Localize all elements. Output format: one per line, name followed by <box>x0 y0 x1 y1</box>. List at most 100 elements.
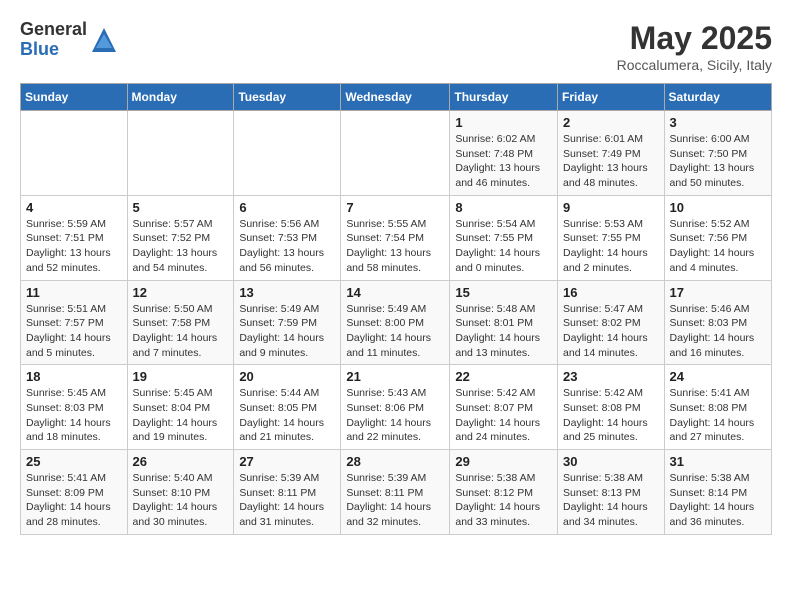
day-number: 5 <box>133 200 229 215</box>
calendar-cell: 2 Sunrise: 6:01 AMSunset: 7:49 PMDaylight… <box>558 111 665 196</box>
day-info: Sunrise: 5:51 AMSunset: 7:57 PMDaylight:… <box>26 302 122 361</box>
calendar-cell <box>234 111 341 196</box>
calendar-cell: 17 Sunrise: 5:46 AMSunset: 8:03 PMDayligh… <box>664 280 771 365</box>
day-number: 23 <box>563 369 659 384</box>
day-info: Sunrise: 5:49 AMSunset: 7:59 PMDaylight:… <box>239 302 335 361</box>
day-number: 3 <box>670 115 766 130</box>
calendar-cell: 24 Sunrise: 5:41 AMSunset: 8:08 PMDayligh… <box>664 365 771 450</box>
day-number: 6 <box>239 200 335 215</box>
day-info: Sunrise: 6:00 AMSunset: 7:50 PMDaylight:… <box>670 132 766 191</box>
calendar-cell: 22 Sunrise: 5:42 AMSunset: 8:07 PMDayligh… <box>450 365 558 450</box>
calendar-cell: 5 Sunrise: 5:57 AMSunset: 7:52 PMDaylight… <box>127 195 234 280</box>
calendar-cell: 4Sunrise: 5:59 AMSunset: 7:51 PMDaylight… <box>21 195 128 280</box>
day-info: Sunrise: 5:42 AMSunset: 8:08 PMDaylight:… <box>563 386 659 445</box>
day-number: 10 <box>670 200 766 215</box>
calendar-cell: 15Sunrise: 5:48 AMSunset: 8:01 PMDayligh… <box>450 280 558 365</box>
day-info: Sunrise: 5:56 AMSunset: 7:53 PMDaylight:… <box>239 217 335 276</box>
day-number: 2 <box>563 115 659 130</box>
calendar-cell: 1Sunrise: 6:02 AMSunset: 7:48 PMDaylight… <box>450 111 558 196</box>
calendar-cell: 25Sunrise: 5:41 AMSunset: 8:09 PMDayligh… <box>21 450 128 535</box>
week-row-4: 18 Sunrise: 5:45 AMSunset: 8:03 PMDayligh… <box>21 365 772 450</box>
week-row-3: 11Sunrise: 5:51 AMSunset: 7:57 PMDayligh… <box>21 280 772 365</box>
day-info: Sunrise: 5:45 AMSunset: 8:04 PMDaylight:… <box>133 386 229 445</box>
day-header-tuesday: Tuesday <box>234 84 341 111</box>
week-row-1: 1Sunrise: 6:02 AMSunset: 7:48 PMDaylight… <box>21 111 772 196</box>
day-number: 25 <box>26 454 122 469</box>
day-info: Sunrise: 5:57 AMSunset: 7:52 PMDaylight:… <box>133 217 229 276</box>
calendar-cell: 14 Sunrise: 5:49 AMSunset: 8:00 PMDayligh… <box>341 280 450 365</box>
day-header-friday: Friday <box>558 84 665 111</box>
day-number: 31 <box>670 454 766 469</box>
calendar-cell <box>127 111 234 196</box>
day-number: 16 <box>563 285 659 300</box>
day-number: 12 <box>133 285 229 300</box>
calendar-cell: 9Sunrise: 5:53 AMSunset: 7:55 PMDaylight… <box>558 195 665 280</box>
day-info: Sunrise: 5:53 AMSunset: 7:55 PMDaylight:… <box>563 217 659 276</box>
day-header-wednesday: Wednesday <box>341 84 450 111</box>
calendar-cell: 13 Sunrise: 5:49 AMSunset: 7:59 PMDayligh… <box>234 280 341 365</box>
month-title: May 2025 <box>617 20 772 57</box>
day-info: Sunrise: 5:47 AMSunset: 8:02 PMDaylight:… <box>563 302 659 361</box>
day-number: 24 <box>670 369 766 384</box>
calendar-cell: 10 Sunrise: 5:52 AMSunset: 7:56 PMDayligh… <box>664 195 771 280</box>
logo-blue: Blue <box>20 40 87 60</box>
day-info: Sunrise: 5:50 AMSunset: 7:58 PMDaylight:… <box>133 302 229 361</box>
day-info: Sunrise: 5:41 AMSunset: 8:08 PMDaylight:… <box>670 386 766 445</box>
day-info: Sunrise: 5:38 AMSunset: 8:12 PMDaylight:… <box>455 471 552 530</box>
calendar-cell: 7 Sunrise: 5:55 AMSunset: 7:54 PMDaylight… <box>341 195 450 280</box>
week-row-5: 25Sunrise: 5:41 AMSunset: 8:09 PMDayligh… <box>21 450 772 535</box>
day-number: 20 <box>239 369 335 384</box>
day-info: Sunrise: 5:40 AMSunset: 8:10 PMDaylight:… <box>133 471 229 530</box>
calendar-cell <box>21 111 128 196</box>
day-info: Sunrise: 5:46 AMSunset: 8:03 PMDaylight:… <box>670 302 766 361</box>
day-info: Sunrise: 5:43 AMSunset: 8:06 PMDaylight:… <box>346 386 444 445</box>
day-number: 8 <box>455 200 552 215</box>
day-number: 27 <box>239 454 335 469</box>
calendar-cell: 6 Sunrise: 5:56 AMSunset: 7:53 PMDaylight… <box>234 195 341 280</box>
logo: General Blue <box>20 20 118 60</box>
calendar-cell: 27 Sunrise: 5:39 AMSunset: 8:11 PMDayligh… <box>234 450 341 535</box>
calendar-cell <box>341 111 450 196</box>
day-info: Sunrise: 5:44 AMSunset: 8:05 PMDaylight:… <box>239 386 335 445</box>
day-info: Sunrise: 5:38 AMSunset: 8:13 PMDaylight:… <box>563 471 659 530</box>
day-number: 18 <box>26 369 122 384</box>
day-number: 13 <box>239 285 335 300</box>
logo-icon <box>90 26 118 54</box>
calendar-cell: 18 Sunrise: 5:45 AMSunset: 8:03 PMDayligh… <box>21 365 128 450</box>
day-number: 17 <box>670 285 766 300</box>
calendar-cell: 30Sunrise: 5:38 AMSunset: 8:13 PMDayligh… <box>558 450 665 535</box>
day-number: 26 <box>133 454 229 469</box>
day-info: Sunrise: 6:01 AMSunset: 7:49 PMDaylight:… <box>563 132 659 191</box>
day-number: 28 <box>346 454 444 469</box>
week-row-2: 4Sunrise: 5:59 AMSunset: 7:51 PMDaylight… <box>21 195 772 280</box>
page-header: General Blue May 2025 Roccalumera, Sicil… <box>20 20 772 73</box>
day-number: 1 <box>455 115 552 130</box>
calendar-cell: 28Sunrise: 5:39 AMSunset: 8:11 PMDayligh… <box>341 450 450 535</box>
calendar-cell: 20 Sunrise: 5:44 AMSunset: 8:05 PMDayligh… <box>234 365 341 450</box>
day-header-thursday: Thursday <box>450 84 558 111</box>
calendar-cell: 8 Sunrise: 5:54 AMSunset: 7:55 PMDaylight… <box>450 195 558 280</box>
day-number: 29 <box>455 454 552 469</box>
day-info: Sunrise: 5:39 AMSunset: 8:11 PMDaylight:… <box>239 471 335 530</box>
day-number: 14 <box>346 285 444 300</box>
calendar-cell: 29 Sunrise: 5:38 AMSunset: 8:12 PMDayligh… <box>450 450 558 535</box>
day-info: Sunrise: 5:52 AMSunset: 7:56 PMDaylight:… <box>670 217 766 276</box>
calendar-cell: 21Sunrise: 5:43 AMSunset: 8:06 PMDayligh… <box>341 365 450 450</box>
day-number: 15 <box>455 285 552 300</box>
calendar-header-row: SundayMondayTuesdayWednesdayThursdayFrid… <box>21 84 772 111</box>
calendar-cell: 23 Sunrise: 5:42 AMSunset: 8:08 PMDayligh… <box>558 365 665 450</box>
day-info: Sunrise: 5:42 AMSunset: 8:07 PMDaylight:… <box>455 386 552 445</box>
calendar-cell: 31 Sunrise: 5:38 AMSunset: 8:14 PMDayligh… <box>664 450 771 535</box>
day-info: Sunrise: 5:55 AMSunset: 7:54 PMDaylight:… <box>346 217 444 276</box>
calendar-table: SundayMondayTuesdayWednesdayThursdayFrid… <box>20 83 772 535</box>
day-number: 22 <box>455 369 552 384</box>
day-info: Sunrise: 5:45 AMSunset: 8:03 PMDaylight:… <box>26 386 122 445</box>
calendar-cell: 19 Sunrise: 5:45 AMSunset: 8:04 PMDayligh… <box>127 365 234 450</box>
location: Roccalumera, Sicily, Italy <box>617 57 772 73</box>
day-number: 19 <box>133 369 229 384</box>
day-header-monday: Monday <box>127 84 234 111</box>
day-info: Sunrise: 5:38 AMSunset: 8:14 PMDaylight:… <box>670 471 766 530</box>
day-number: 7 <box>346 200 444 215</box>
day-info: Sunrise: 5:49 AMSunset: 8:00 PMDaylight:… <box>346 302 444 361</box>
day-info: Sunrise: 5:54 AMSunset: 7:55 PMDaylight:… <box>455 217 552 276</box>
